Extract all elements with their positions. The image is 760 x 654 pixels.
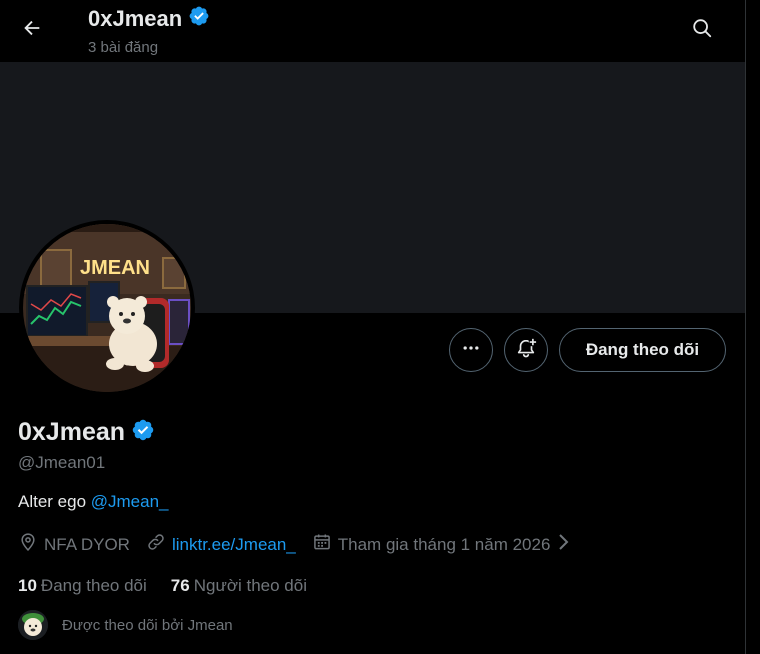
- verified-badge-icon: [188, 5, 210, 32]
- bell-plus-icon: [515, 337, 537, 364]
- header-title-row: 0xJmean: [88, 5, 210, 32]
- arrow-left-icon: [21, 17, 43, 44]
- profile-handle: @Jmean01: [18, 453, 106, 472]
- profile-meta: NFA DYOR linktr.ee/Jmean_ Tham gia tháng…: [18, 532, 586, 557]
- joined-text: Tham gia tháng 1 năm 2026: [337, 534, 551, 554]
- following-stat[interactable]: 10 Đang theo dõi: [18, 576, 147, 596]
- follow-stats: 10 Đang theo dõi 76 Người theo dõi: [18, 576, 331, 596]
- joined-item[interactable]: Tham gia tháng 1 năm 2026: [312, 532, 571, 557]
- notify-button[interactable]: [504, 328, 548, 372]
- display-name: 0xJmean: [18, 418, 126, 446]
- profile-bio: Alter ego @Jmean_: [18, 492, 169, 512]
- avatar-image: JMEAN: [23, 224, 191, 392]
- follower-avatar: [18, 610, 48, 640]
- bio-mention-link[interactable]: @Jmean_: [91, 492, 169, 511]
- followed-by-row[interactable]: Được theo dõi bởi Jmean: [18, 610, 233, 640]
- search-button[interactable]: [684, 12, 720, 48]
- link-icon: [146, 532, 166, 557]
- search-icon: [691, 17, 713, 44]
- display-name-row: 0xJmean: [18, 418, 155, 447]
- more-button[interactable]: [449, 328, 493, 372]
- website-link[interactable]: linktr.ee/Jmean_: [172, 535, 296, 555]
- followed-by-text: Được theo dõi bởi Jmean: [62, 616, 233, 634]
- verified-badge-icon[interactable]: [131, 418, 155, 447]
- profile-page: 0xJmean 3 bài đăng JMEAN Đang theo dõi 0…: [0, 0, 760, 654]
- location-text: NFA DYOR: [44, 534, 130, 554]
- back-button[interactable]: [14, 12, 50, 48]
- followers-label: Người theo dõi: [193, 576, 307, 595]
- profile-avatar[interactable]: JMEAN: [19, 220, 195, 396]
- avatar-sign-text: JMEAN: [80, 257, 150, 279]
- top-header: 0xJmean 3 bài đăng: [0, 0, 745, 62]
- scrollbar-divider: [745, 0, 746, 654]
- following-count: 10: [18, 576, 37, 595]
- followers-stat[interactable]: 76 Người theo dõi: [171, 576, 307, 596]
- post-count: 3 bài đăng: [88, 39, 159, 56]
- location-icon: [18, 532, 38, 557]
- followers-count: 76: [170, 576, 190, 595]
- chevron-right-icon: [556, 533, 570, 556]
- website-item: linktr.ee/Jmean_: [146, 532, 296, 557]
- following-button[interactable]: Đang theo dõi: [559, 328, 726, 372]
- following-label: Đang theo dõi: [40, 576, 147, 595]
- more-icon: [461, 338, 481, 363]
- location-item: NFA DYOR: [18, 532, 130, 557]
- bio-text: Alter ego: [18, 492, 91, 511]
- header-title: 0xJmean: [88, 5, 183, 31]
- calendar-icon: [312, 532, 332, 557]
